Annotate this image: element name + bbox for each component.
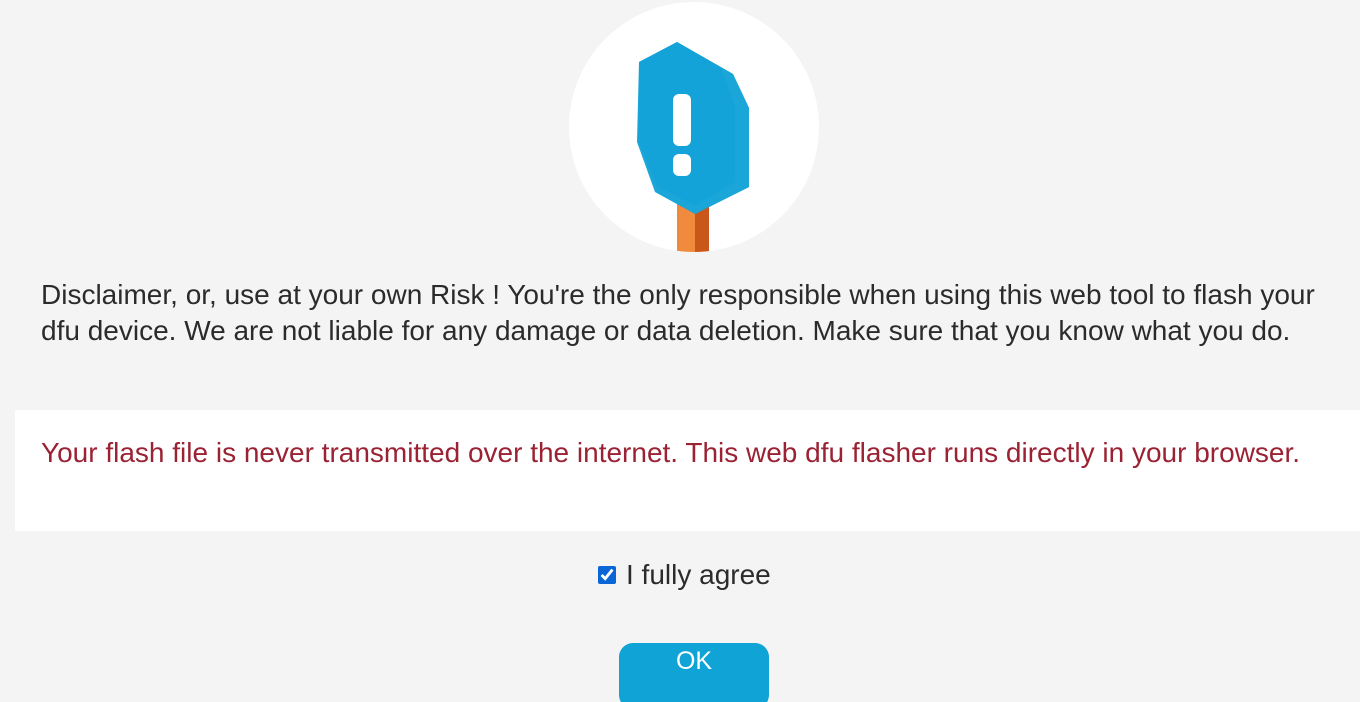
exclamation-sign-logo-icon: [637, 42, 749, 252]
agree-checkbox[interactable]: [598, 566, 616, 584]
ok-button[interactable]: OK: [619, 643, 769, 702]
agree-label[interactable]: I fully agree: [626, 559, 771, 591]
privacy-notice-text: Your flash file is never transmitted ove…: [41, 437, 1301, 468]
logo-badge: [569, 2, 819, 252]
disclaimer-page: Disclaimer, or, use at your own Risk ! Y…: [0, 0, 1360, 702]
privacy-notice: Your flash file is never transmitted ove…: [15, 410, 1360, 531]
agree-row: I fully agree: [596, 557, 771, 593]
disclaimer-text: Disclaimer, or, use at your own Risk ! Y…: [41, 279, 1315, 346]
